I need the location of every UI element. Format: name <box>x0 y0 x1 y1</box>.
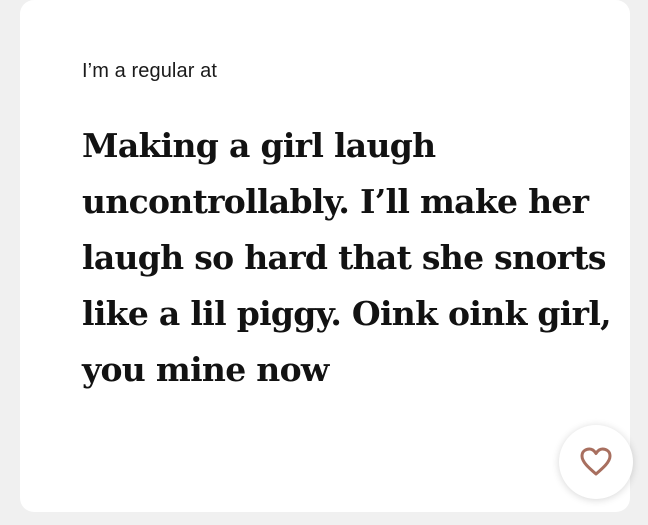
prompt-answer: Making a girl laugh uncontrollably. I’ll… <box>82 126 612 389</box>
heart-icon <box>579 446 613 478</box>
like-button[interactable] <box>559 425 633 499</box>
prompt-label: I’m a regular at <box>82 60 217 82</box>
prompt-card: I’m a regular at Making a girl laugh unc… <box>20 0 633 512</box>
